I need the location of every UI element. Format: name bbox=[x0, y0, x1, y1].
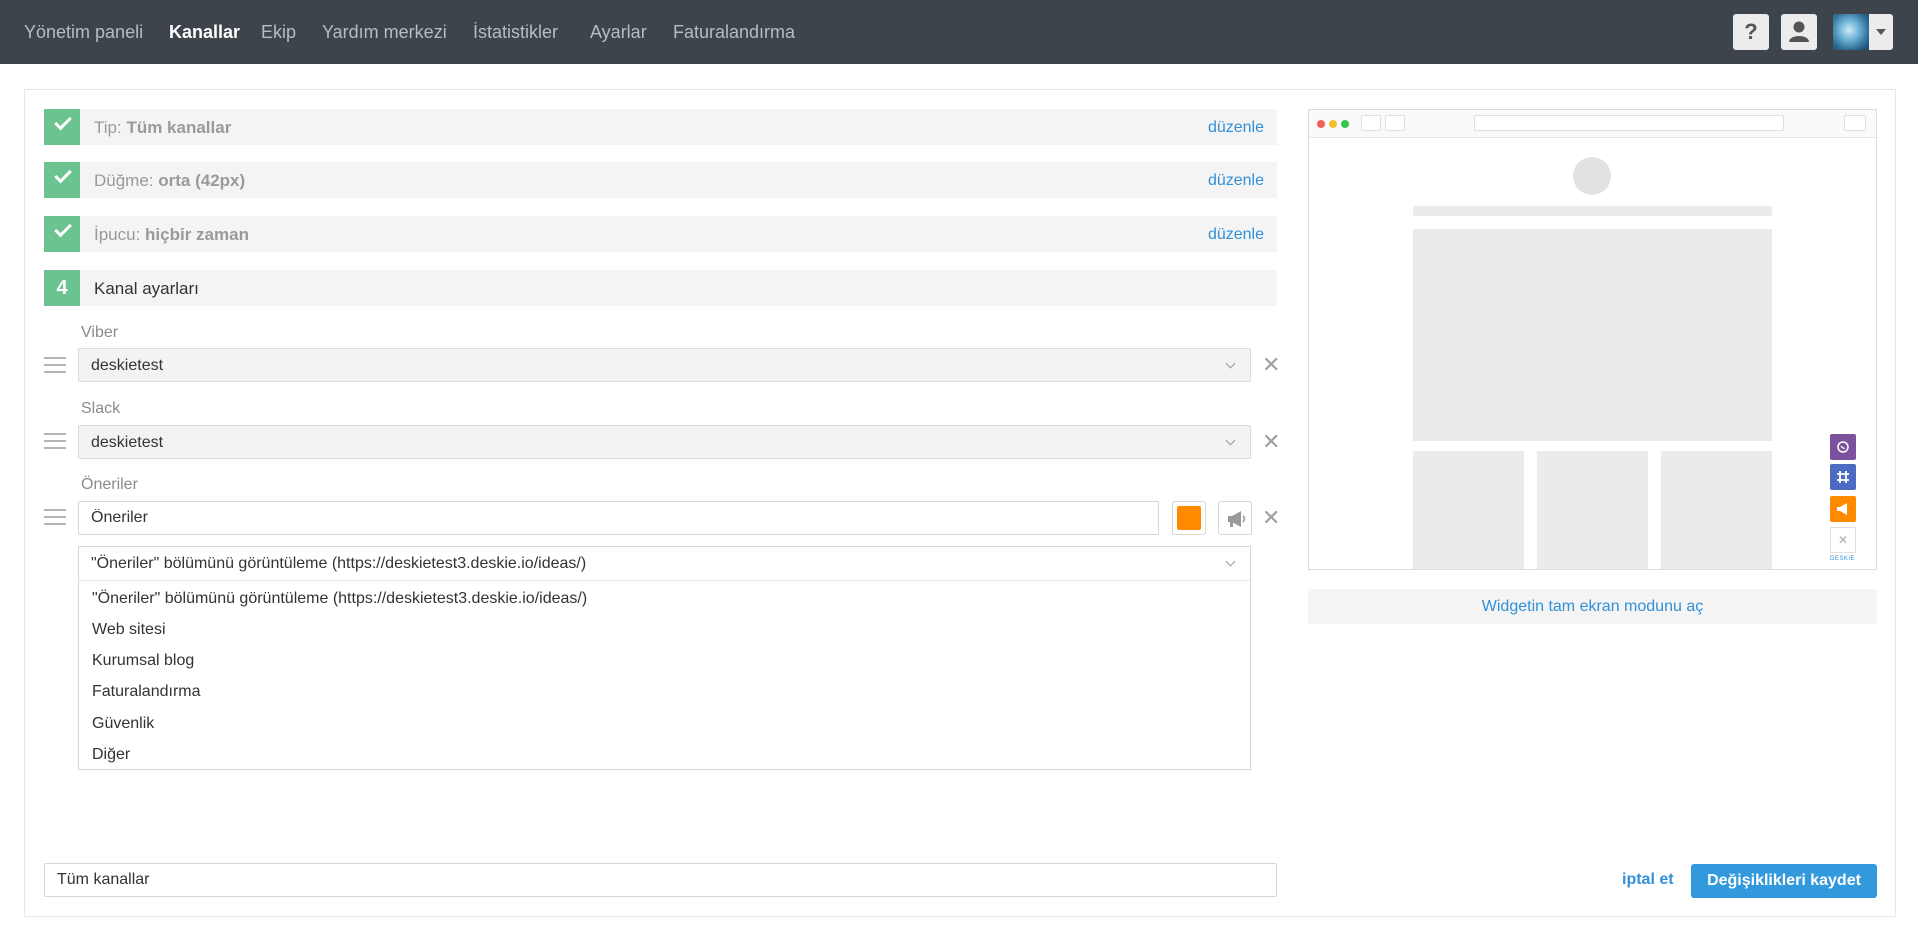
nav-item-settings[interactable]: Ayarlar bbox=[590, 22, 647, 43]
question-icon: ? bbox=[1744, 19, 1758, 44]
chevron-down-icon bbox=[1225, 556, 1236, 567]
placeholder-hero bbox=[1413, 229, 1772, 441]
ideas-icon-picker[interactable] bbox=[1218, 501, 1252, 535]
caret-down-icon bbox=[1876, 29, 1886, 35]
nav-item-help-center[interactable]: Yardım merkezi bbox=[322, 22, 447, 43]
edit-type-link[interactable]: düzenle bbox=[1208, 119, 1264, 137]
step-complete-badge bbox=[44, 216, 80, 252]
check-icon bbox=[54, 112, 72, 131]
slack-label: Slack bbox=[81, 400, 121, 417]
edit-hint-link[interactable]: düzenle bbox=[1208, 226, 1264, 244]
browser-back-button bbox=[1361, 115, 1381, 131]
step-hint-prefix: İpucu: bbox=[94, 225, 141, 244]
remove-viber-close-icon[interactable]: ✕ bbox=[1262, 354, 1280, 376]
window-maximize-dot bbox=[1341, 120, 1349, 128]
ideas-section-select[interactable]: "Öneriler" bölümünü görüntüleme (https:/… bbox=[79, 547, 1250, 581]
drag-handle-icon[interactable] bbox=[44, 433, 66, 451]
window-close-dot bbox=[1317, 120, 1325, 128]
nav-item-channels[interactable]: Kanallar bbox=[169, 22, 240, 43]
placeholder-avatar bbox=[1573, 157, 1611, 195]
step-button-prefix: Düğme: bbox=[94, 171, 154, 190]
megaphone-icon bbox=[1228, 511, 1246, 527]
step-button-value: orta (42px) bbox=[158, 171, 246, 190]
dropdown-option[interactable]: Web sitesi bbox=[92, 621, 166, 639]
color-swatch bbox=[1177, 506, 1201, 530]
step-button: Düğme: orta (42px) düzenle bbox=[44, 162, 1277, 198]
nav-item-billing[interactable]: Faturalandırma bbox=[673, 22, 795, 43]
avatar bbox=[1833, 14, 1869, 50]
step-type-prefix: Tip: bbox=[94, 118, 122, 137]
megaphone-icon bbox=[1830, 496, 1856, 522]
slack-account-select[interactable]: deskietest bbox=[78, 425, 1251, 459]
open-fullscreen-widget-button[interactable]: Widgetin tam ekran modunu aç bbox=[1308, 589, 1877, 624]
user-icon bbox=[1789, 21, 1809, 42]
chevron-down-icon bbox=[1225, 358, 1236, 369]
ideas-section-selected: "Öneriler" bölümünü görüntüleme (https:/… bbox=[91, 555, 587, 572]
step-channel-settings: 4 Kanal ayarları bbox=[44, 270, 1277, 306]
step-complete-badge bbox=[44, 109, 80, 145]
drag-handle-icon[interactable] bbox=[44, 357, 66, 375]
placeholder-card bbox=[1661, 451, 1772, 569]
step-type: Tip: Tüm kanallar düzenle bbox=[44, 109, 1277, 145]
placeholder-card bbox=[1537, 451, 1648, 569]
step-number: 4 bbox=[56, 277, 68, 299]
account-menu-button[interactable] bbox=[1833, 14, 1893, 50]
step-complete-badge bbox=[44, 162, 80, 198]
ideas-color-picker[interactable] bbox=[1172, 501, 1206, 535]
viber-icon bbox=[1830, 434, 1856, 460]
nav-item-team[interactable]: Ekip bbox=[261, 22, 296, 43]
browser-url-bar bbox=[1474, 115, 1784, 131]
step-hint-value: hiçbir zaman bbox=[145, 225, 249, 244]
help-button[interactable]: ? bbox=[1733, 14, 1769, 50]
cancel-link[interactable]: iptal et bbox=[1622, 871, 1674, 889]
viber-label: Viber bbox=[81, 324, 119, 341]
slack-account-value: deskietest bbox=[91, 434, 164, 451]
browser-forward-button bbox=[1385, 115, 1405, 131]
widget-preview: ✕ DESKIE bbox=[1308, 109, 1877, 570]
step-channel-settings-label: Kanal ayarları bbox=[94, 279, 199, 298]
edit-button-link[interactable]: düzenle bbox=[1208, 172, 1264, 190]
remove-ideas-close-icon[interactable]: ✕ bbox=[1262, 507, 1280, 529]
dropdown-option[interactable]: Güvenlik bbox=[92, 715, 154, 733]
browser-menu-button bbox=[1844, 115, 1866, 131]
dropdown-option[interactable]: Kurumsal blog bbox=[92, 652, 194, 670]
widget-brand-label: DESKIE bbox=[1830, 556, 1856, 562]
placeholder-card bbox=[1413, 451, 1524, 569]
save-changes-button[interactable]: Değişiklikleri kaydet bbox=[1691, 864, 1877, 898]
step-number-badge: 4 bbox=[44, 270, 80, 306]
check-icon bbox=[54, 219, 72, 238]
remove-slack-close-icon[interactable]: ✕ bbox=[1262, 431, 1280, 453]
slack-icon bbox=[1830, 464, 1856, 490]
dropdown-option[interactable]: "Öneriler" bölümünü görüntüleme (https:/… bbox=[92, 590, 587, 608]
step-hint: İpucu: hiçbir zaman düzenle bbox=[44, 216, 1277, 252]
top-navigation: Yönetim paneli Kanallar Ekip Yardım merk… bbox=[0, 0, 1918, 64]
widget-name-input[interactable] bbox=[44, 863, 1277, 897]
placeholder-heading bbox=[1413, 206, 1772, 216]
dropdown-option[interactable]: Diğer bbox=[92, 746, 130, 764]
browser-toolbar bbox=[1309, 110, 1876, 138]
step-hint-label: İpucu: hiçbir zaman bbox=[94, 225, 249, 245]
window-minimize-dot bbox=[1329, 120, 1337, 128]
viber-account-value: deskietest bbox=[91, 357, 164, 374]
ideas-name-input[interactable] bbox=[78, 501, 1159, 535]
dropdown-option[interactable]: Faturalandırma bbox=[92, 683, 201, 701]
profile-button[interactable] bbox=[1781, 14, 1817, 50]
ideas-section-dropdown[interactable]: "Öneriler" bölümünü görüntüleme (https:/… bbox=[78, 546, 1251, 770]
drag-handle-icon[interactable] bbox=[44, 509, 66, 527]
nav-item-statistics[interactable]: İstatistikler bbox=[473, 22, 558, 43]
ideas-label: Öneriler bbox=[81, 476, 138, 493]
step-type-label: Tip: Tüm kanallar bbox=[94, 118, 231, 138]
step-type-value: Tüm kanallar bbox=[126, 118, 232, 137]
chevron-down-icon bbox=[1225, 435, 1236, 446]
check-icon bbox=[54, 165, 72, 184]
viber-account-select[interactable]: deskietest bbox=[78, 348, 1251, 382]
widget-close-icon: ✕ bbox=[1830, 527, 1856, 553]
step-button-label: Düğme: orta (42px) bbox=[94, 171, 245, 191]
nav-item-dashboard[interactable]: Yönetim paneli bbox=[24, 22, 143, 43]
